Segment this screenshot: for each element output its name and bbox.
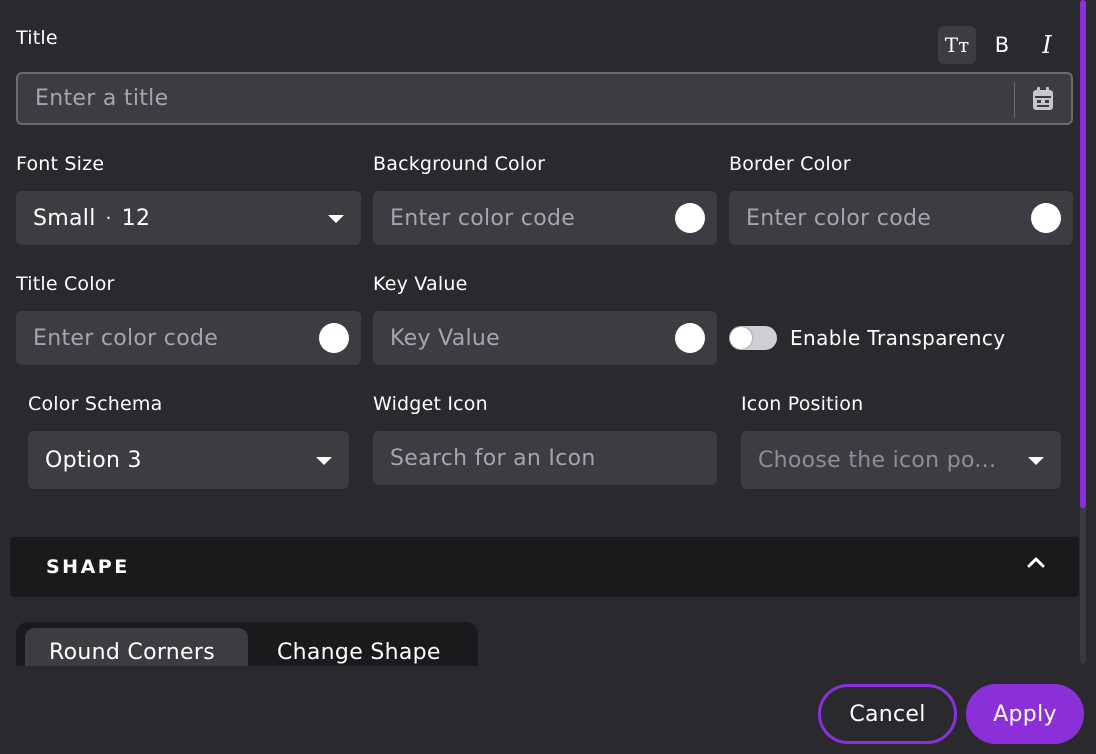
tab-round-corners[interactable]: Round Corners bbox=[25, 628, 248, 666]
title-color-swatch[interactable] bbox=[319, 323, 349, 353]
title-input[interactable]: Enter a title bbox=[16, 72, 1073, 125]
background-color-label: Background Color bbox=[373, 153, 546, 175]
tab-change-shape[interactable]: Change Shape bbox=[277, 640, 441, 665]
shape-section-title: SHAPE bbox=[46, 556, 130, 578]
transparency-toggle[interactable] bbox=[729, 326, 777, 350]
widget-icon-search[interactable]: Search for an Icon bbox=[373, 431, 717, 485]
border-color-label: Border Color bbox=[729, 153, 851, 175]
italic-button[interactable]: I bbox=[1028, 26, 1066, 64]
title-color-label: Title Color bbox=[16, 273, 115, 295]
color-schema-select[interactable]: Option 3 bbox=[28, 431, 349, 489]
apply-button[interactable]: Apply bbox=[966, 684, 1084, 744]
icon-position-label: Icon Position bbox=[741, 393, 864, 415]
text-size-icon: Tт bbox=[944, 33, 970, 57]
toggle-knob bbox=[730, 327, 752, 349]
background-color-swatch[interactable] bbox=[675, 203, 705, 233]
chevron-up-icon[interactable] bbox=[1027, 554, 1045, 568]
shape-tabs: Round Corners Change Shape bbox=[16, 622, 478, 666]
color-schema-label: Color Schema bbox=[28, 393, 163, 415]
transparency-label: Enable Transparency bbox=[790, 326, 1006, 350]
apply-button-label: Apply bbox=[993, 701, 1057, 727]
border-color-input[interactable]: Enter color code bbox=[729, 191, 1073, 245]
shape-section-header[interactable]: SHAPE bbox=[10, 537, 1079, 597]
title-label: Title bbox=[16, 27, 58, 49]
cancel-button-label: Cancel bbox=[849, 701, 926, 727]
key-value-input[interactable]: Key Value bbox=[373, 311, 717, 365]
font-size-label: Font Size bbox=[16, 153, 105, 175]
background-color-input[interactable]: Enter color code bbox=[373, 191, 717, 245]
border-color-placeholder: Enter color code bbox=[746, 205, 932, 231]
key-value-swatch[interactable] bbox=[675, 323, 705, 353]
scrollbar-thumb[interactable] bbox=[1080, 0, 1086, 508]
background-color-placeholder: Enter color code bbox=[390, 205, 576, 231]
font-size-select[interactable]: Small · 12 bbox=[16, 191, 361, 245]
font-size-number: 12 bbox=[121, 205, 151, 231]
widget-icon-label: Widget Icon bbox=[373, 393, 488, 415]
icon-position-select[interactable]: Choose the icon po... bbox=[741, 431, 1061, 489]
text-size-button[interactable]: Tт bbox=[938, 26, 976, 64]
icon-position-placeholder: Choose the icon po... bbox=[758, 447, 997, 473]
chevron-down-icon bbox=[316, 457, 332, 465]
cancel-button[interactable]: Cancel bbox=[818, 684, 957, 744]
title-color-input[interactable]: Enter color code bbox=[16, 311, 361, 365]
key-value-placeholder: Key Value bbox=[390, 325, 500, 351]
calendar-icon[interactable] bbox=[1031, 86, 1055, 112]
font-size-value: Small bbox=[33, 205, 96, 231]
scrollbar-track[interactable] bbox=[1080, 0, 1086, 664]
bold-icon: B bbox=[994, 33, 1010, 57]
color-schema-value: Option 3 bbox=[45, 447, 142, 473]
bold-button[interactable]: B bbox=[983, 26, 1021, 64]
key-value-label: Key Value bbox=[373, 273, 468, 295]
title-color-placeholder: Enter color code bbox=[33, 325, 219, 351]
input-divider bbox=[1014, 82, 1015, 118]
font-size-separator: · bbox=[105, 207, 112, 229]
tab-round-corners-label: Round Corners bbox=[49, 640, 215, 665]
italic-icon: I bbox=[1042, 31, 1052, 59]
widget-icon-placeholder: Search for an Icon bbox=[390, 445, 596, 471]
title-input-placeholder: Enter a title bbox=[35, 86, 169, 111]
chevron-down-icon bbox=[1028, 457, 1044, 465]
border-color-swatch[interactable] bbox=[1031, 203, 1061, 233]
chevron-down-icon bbox=[328, 215, 344, 223]
